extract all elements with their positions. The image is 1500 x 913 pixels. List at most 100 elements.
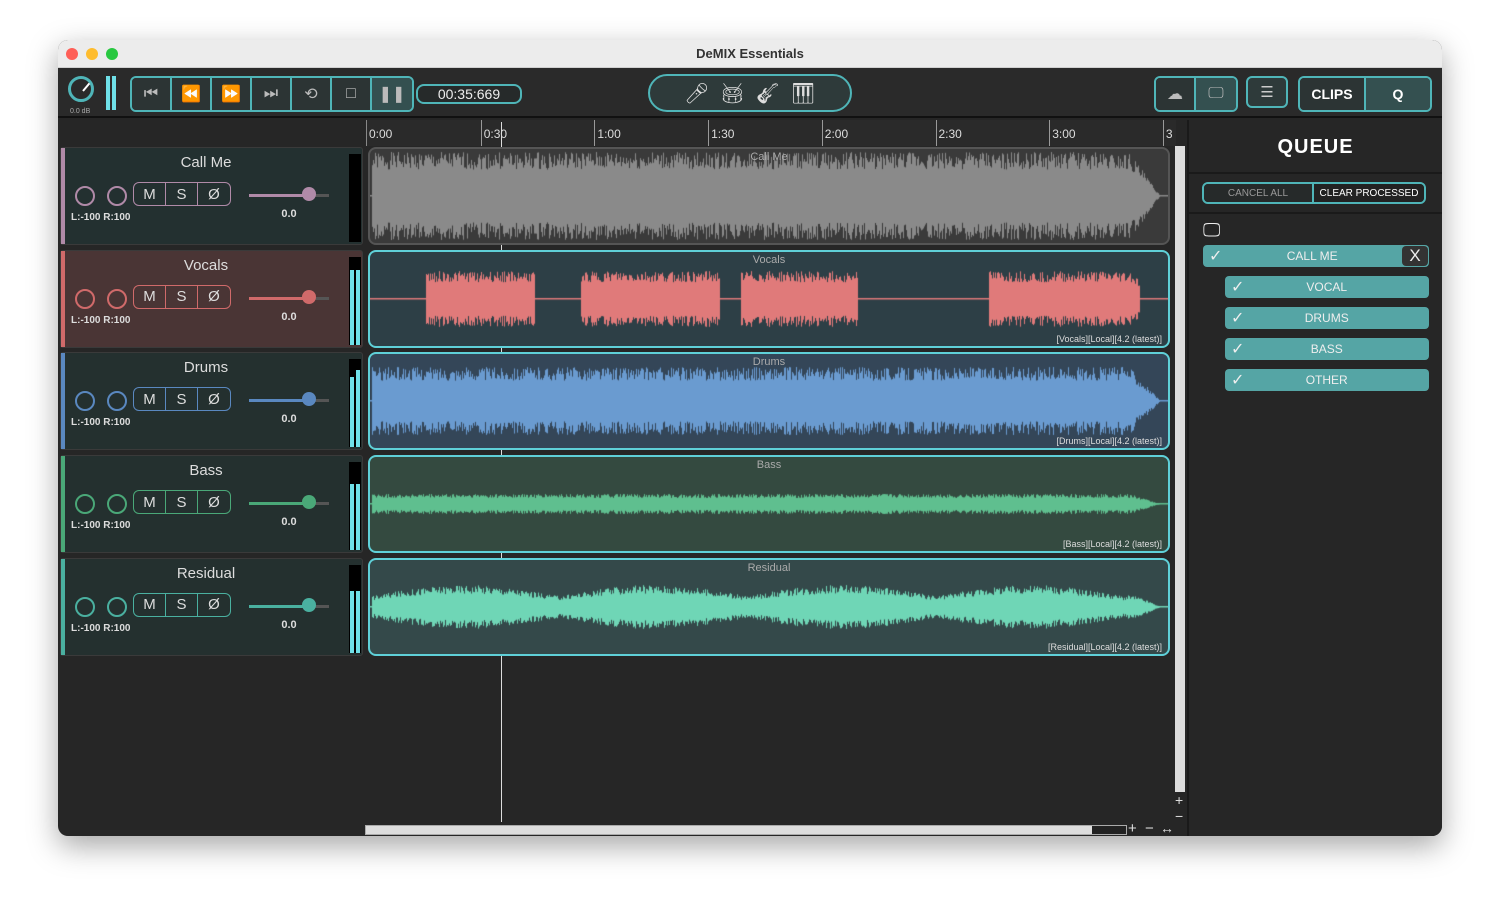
clip-call me[interactable]: Call Me	[368, 147, 1170, 245]
phase-invert-button[interactable]: Ø	[198, 286, 230, 308]
track-name[interactable]: Drums	[61, 359, 351, 376]
clip-label: Drums	[752, 356, 786, 369]
volume-slider-thumb[interactable]	[302, 392, 316, 407]
pan-left-knob[interactable]	[75, 596, 95, 617]
fast-forward-button[interactable]: ⏩	[212, 78, 252, 110]
solo-button[interactable]: S	[166, 388, 198, 411]
drums-icon[interactable]: 🥁︎	[720, 81, 745, 106]
zoom-out-button[interactable]: −	[1145, 820, 1154, 836]
queue-job-call-me[interactable]: ✓ CALL ME X	[1203, 245, 1429, 267]
mute-button[interactable]: M	[134, 388, 166, 411]
instrument-selector[interactable]: 🎤︎ 🥁︎ 🎸︎ 🎹︎	[648, 74, 852, 112]
zoom-in-button[interactable]: +	[1128, 820, 1137, 836]
volume-slider[interactable]	[249, 289, 329, 304]
clip-label: Bass	[756, 459, 782, 472]
solo-button[interactable]: S	[166, 491, 198, 514]
close-window-button[interactable]	[66, 48, 78, 60]
clips-tab[interactable]: CLIPS	[1300, 78, 1366, 110]
master-meter	[106, 76, 116, 110]
phase-invert-button[interactable]: Ø	[198, 388, 230, 410]
phase-invert-button[interactable]: Ø	[198, 183, 230, 205]
vertical-zoom-out[interactable]: −	[1175, 808, 1183, 824]
piano-icon[interactable]: 🎹︎	[790, 81, 815, 106]
track-name[interactable]: Residual	[61, 565, 351, 582]
pan-left-knob[interactable]	[75, 391, 95, 412]
stop-button[interactable]: □	[332, 78, 372, 110]
master-gain-knob[interactable]	[68, 76, 94, 102]
zoom-window-button[interactable]	[106, 48, 118, 60]
clip-vocals[interactable]: Vocals [Vocals][Local][4.2 (latest)]	[368, 249, 1170, 348]
pan-right-knob[interactable]	[107, 494, 127, 515]
vertical-zoom-in[interactable]: +	[1175, 792, 1183, 808]
pan-right-knob[interactable]	[107, 288, 127, 309]
pan-value: L:-100 R:100	[71, 520, 131, 532]
pan-value: L:-100 R:100	[71, 417, 131, 429]
track-level-meter	[349, 462, 361, 551]
loop-button[interactable]: ⟲	[292, 78, 332, 110]
volume-slider-thumb[interactable]	[302, 289, 316, 304]
queue-stem-vocal[interactable]: ✓ VOCAL	[1225, 276, 1429, 298]
clip-drums[interactable]: Drums [Drums][Local][4.2 (latest)]	[368, 352, 1170, 451]
panel-tabs: CLIPS Q	[1298, 76, 1432, 112]
cloud-button[interactable]: ☁	[1156, 78, 1196, 110]
queue-stem-drums[interactable]: ✓ DRUMS	[1225, 307, 1429, 329]
clip-residual[interactable]: Residual [Residual][Local][4.2 (latest)]	[368, 557, 1170, 656]
microphone-icon[interactable]: 🎤︎	[684, 81, 709, 106]
guitar-icon[interactable]: 🎸︎	[755, 81, 780, 106]
check-icon: ✓	[1231, 279, 1245, 296]
track-name[interactable]: Vocals	[61, 257, 351, 274]
phase-invert-button[interactable]: Ø	[198, 491, 230, 513]
phase-invert-button[interactable]: Ø	[198, 594, 230, 616]
minimize-window-button[interactable]	[86, 48, 98, 60]
volume-slider[interactable]	[249, 187, 329, 201]
pause-button[interactable]: ❚❚	[372, 78, 412, 110]
track-level-meter	[349, 564, 361, 653]
skip-forward-button[interactable]: ⏭	[252, 78, 292, 110]
track-name[interactable]: Call Me	[61, 154, 351, 171]
pan-left-knob[interactable]	[75, 494, 95, 515]
volume-slider-thumb[interactable]	[302, 495, 316, 510]
timeline-tick: 2:30	[935, 120, 962, 146]
transport-controls: ⏮ ⏪ ⏩ ⏭ ⟲ □ ❚❚	[130, 76, 414, 112]
timeline-ruler[interactable]: 0:00 0:30 1:00 1:30 2:00 2:30 3:00 3	[366, 120, 1176, 146]
pan-right-knob[interactable]	[107, 596, 127, 617]
volume-slider[interactable]	[249, 392, 329, 407]
pan-left-knob[interactable]	[75, 186, 95, 206]
mute-button[interactable]: M	[134, 491, 166, 514]
skip-back-button[interactable]: ⏮	[132, 78, 172, 110]
cancel-all-button[interactable]: CANCEL ALL	[1204, 184, 1314, 202]
horizontal-scrollbar[interactable]	[365, 825, 1127, 835]
source-toggle: ☁ 🖵	[1154, 76, 1238, 112]
pan-right-knob[interactable]	[107, 186, 127, 206]
queue-tab[interactable]: Q	[1366, 78, 1430, 110]
track-level-meter	[349, 359, 361, 448]
volume-slider-thumb[interactable]	[302, 597, 316, 612]
clip-bass[interactable]: Bass [Bass][Local][4.2 (latest)]	[368, 455, 1170, 554]
volume-slider[interactable]	[249, 495, 329, 510]
clear-processed-button[interactable]: CLEAR PROCESSED	[1314, 184, 1424, 202]
check-icon: ✓	[1231, 372, 1245, 389]
volume-slider-thumb[interactable]	[302, 187, 316, 201]
queue-stem-other[interactable]: ✓ OTHER	[1225, 369, 1429, 391]
solo-button[interactable]: S	[166, 183, 198, 205]
pan-right-knob[interactable]	[107, 391, 127, 412]
pan-left-knob[interactable]	[75, 288, 95, 309]
local-button[interactable]: 🖵	[1196, 78, 1236, 110]
menu-button[interactable]: ☰	[1246, 76, 1288, 108]
solo-button[interactable]: S	[166, 593, 198, 616]
track-buttons: M S Ø	[133, 284, 231, 309]
solo-button[interactable]: S	[166, 285, 198, 308]
mute-button[interactable]: M	[134, 183, 166, 205]
remove-job-button[interactable]: X	[1402, 246, 1428, 266]
track-level-meter	[349, 256, 361, 345]
mute-button[interactable]: M	[134, 285, 166, 308]
queue-stem-bass[interactable]: ✓ BASS	[1225, 338, 1429, 360]
stem-name: VOCAL	[1306, 280, 1348, 294]
timeline-tick: 1:30	[708, 120, 734, 146]
volume-slider[interactable]	[249, 597, 329, 612]
vertical-scrollbar[interactable]	[1175, 146, 1185, 792]
mute-button[interactable]: M	[134, 593, 166, 616]
zoom-fit-button[interactable]: ↔	[1160, 820, 1174, 836]
track-name[interactable]: Bass	[61, 462, 351, 479]
rewind-button[interactable]: ⏪	[172, 78, 212, 110]
